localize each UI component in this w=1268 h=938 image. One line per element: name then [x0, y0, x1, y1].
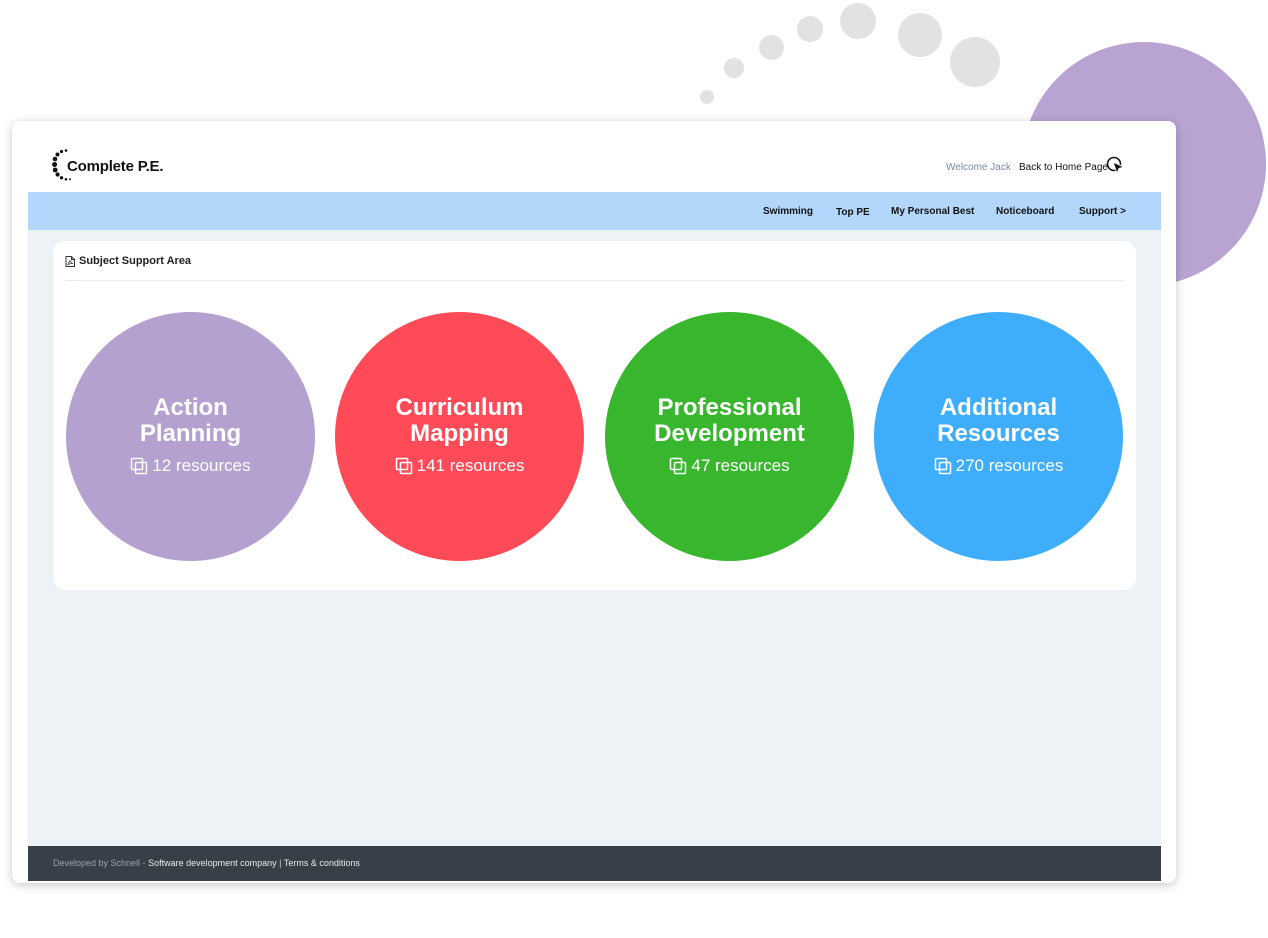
- area-professional-development[interactable]: Professional Development 47 resources: [605, 312, 854, 561]
- company-link[interactable]: Software development company: [148, 858, 277, 868]
- area-additional-resources[interactable]: Additional Resources 270 resources: [874, 312, 1123, 561]
- decorative-dot: [797, 16, 823, 42]
- nav-item-my-personal-best[interactable]: My Personal Best: [891, 206, 974, 217]
- logo-text: Complete P.E.: [67, 158, 164, 175]
- card-title: Subject Support Area: [79, 255, 192, 267]
- app-window: Complete P.E. Welcome Jack Back to Home …: [12, 121, 1176, 883]
- subject-support-card: Subject Support Area Action Planning 12 …: [53, 241, 1136, 590]
- area-curriculum-mapping[interactable]: Curriculum Mapping 141 resources: [335, 312, 584, 561]
- card-header: Subject Support Area: [65, 255, 191, 267]
- resource-count: 270 resources: [874, 456, 1123, 476]
- developed-by-text: Developed by Schnell -: [53, 858, 146, 868]
- nav-item-top-pe[interactable]: Top PE: [836, 207, 870, 218]
- resource-count: 141 resources: [335, 456, 584, 476]
- terms-link[interactable]: Terms & conditions: [284, 858, 360, 868]
- decorative-dot: [724, 58, 744, 78]
- area-title: Professional Development: [654, 394, 805, 447]
- decorative-dot: [898, 13, 942, 57]
- decorative-dot: [840, 3, 876, 39]
- footer: Developed by Schnell - Software developm…: [28, 846, 1161, 881]
- resource-count: 12 resources: [66, 456, 315, 476]
- top-header: Complete P.E. Welcome Jack Back to Home …: [28, 141, 1161, 192]
- decorative-dot: [759, 35, 784, 60]
- cursor-click-icon[interactable]: [1106, 156, 1126, 181]
- nav-item-support[interactable]: Support >: [1079, 206, 1126, 217]
- nav-item-swimming[interactable]: Swimming: [763, 206, 813, 217]
- pdf-file-icon: [65, 255, 75, 267]
- app-content: Complete P.E. Welcome Jack Back to Home …: [28, 141, 1161, 881]
- resource-count: 47 resources: [605, 456, 854, 476]
- copy-icon: [395, 457, 412, 475]
- area-title: Additional Resources: [937, 394, 1060, 447]
- area-title: Action Planning: [139, 394, 242, 447]
- welcome-text: Welcome Jack: [946, 162, 1011, 173]
- copy-icon: [934, 457, 951, 475]
- main-nav: Swimming Top PE My Personal Best Noticeb…: [28, 192, 1161, 230]
- footer-separator: |: [279, 858, 282, 868]
- nav-item-noticeboard[interactable]: Noticeboard: [996, 206, 1054, 217]
- logo[interactable]: Complete P.E.: [52, 144, 202, 188]
- back-to-home-link[interactable]: Back to Home Page: [1019, 162, 1108, 173]
- copy-icon: [131, 457, 148, 475]
- decorative-dot: [950, 37, 1000, 87]
- area-action-planning[interactable]: Action Planning 12 resources: [66, 312, 315, 561]
- area-title: Curriculum Mapping: [395, 394, 524, 447]
- copy-icon: [670, 457, 687, 475]
- divider: [65, 280, 1124, 281]
- footer-row: Developed by Schnell - Software developm…: [53, 858, 360, 868]
- decorative-dot: [700, 90, 714, 104]
